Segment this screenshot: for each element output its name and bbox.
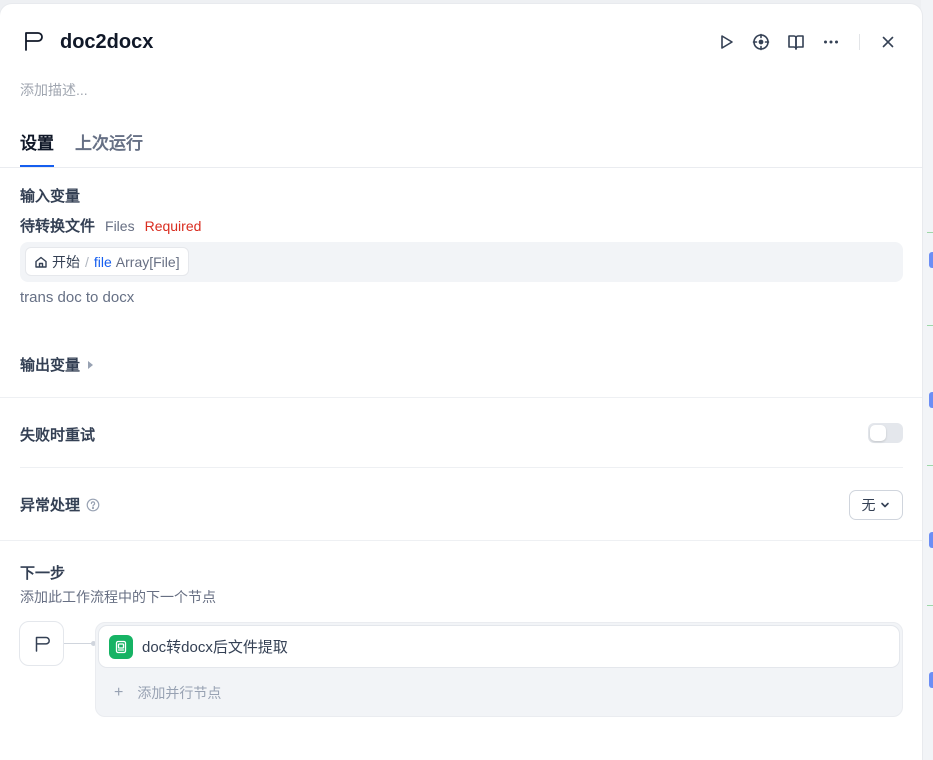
- canvas-node-handle: [929, 252, 933, 268]
- output-variables-title: 输出变量: [20, 357, 81, 374]
- retry-toggle[interactable]: [868, 423, 903, 443]
- home-icon: [35, 256, 47, 268]
- more-icon: [824, 40, 838, 44]
- section-divider: [0, 397, 922, 398]
- locate-icon: [752, 33, 770, 51]
- flag-icon: [35, 636, 50, 652]
- current-node-icon-box: [19, 621, 64, 666]
- input-field-header: 待转换文件 Files Required: [20, 215, 201, 236]
- panel-header: doc2docx: [20, 28, 902, 56]
- caret-right-icon: [88, 360, 94, 369]
- error-handling-label: 异常处理: [20, 497, 81, 514]
- required-badge: Required: [144, 218, 202, 234]
- description-input[interactable]: 添加描述...: [20, 80, 88, 100]
- tab-settings[interactable]: 设置: [20, 132, 54, 156]
- run-node-button[interactable]: [712, 28, 740, 56]
- input-variables-title: 输入变量: [20, 188, 81, 205]
- chevron-down-icon: [880, 502, 889, 508]
- error-handling-select[interactable]: 无: [849, 490, 903, 520]
- more-options-button[interactable]: [817, 28, 845, 56]
- header-divider: [859, 34, 860, 50]
- plus-icon: +: [114, 684, 124, 701]
- retry-label: 失败时重试: [20, 427, 96, 444]
- toggle-knob: [870, 425, 886, 441]
- field-name: 待转换文件: [20, 218, 96, 235]
- chip-separator: /: [85, 253, 89, 270]
- canvas-node-handle: [929, 672, 933, 688]
- node-title[interactable]: doc2docx: [60, 28, 153, 56]
- locate-node-button[interactable]: [747, 28, 775, 56]
- active-tab-indicator: [20, 165, 54, 167]
- help-icon[interactable]: [86, 498, 100, 512]
- section-divider: [20, 467, 903, 468]
- tab-last-run[interactable]: 上次运行: [75, 132, 143, 156]
- next-step-subtitle: 添加此工作流程中的下一个节点: [20, 589, 216, 605]
- next-nodes-group: doc转docx后文件提取 + 添加并行节点: [95, 622, 903, 717]
- add-parallel-label: 添加并行节点: [137, 685, 222, 701]
- node-config-panel: doc2docx 添加描述... 设置 上次运行 输入变量 待转换文件 File…: [0, 4, 922, 760]
- node-type-badge: [109, 634, 133, 659]
- output-variables-toggle[interactable]: 输出变量: [20, 354, 94, 375]
- section-divider: [0, 540, 922, 541]
- canvas-edge-mark: [927, 232, 933, 233]
- flag-icon: [25, 32, 43, 51]
- select-value: 无: [861, 497, 876, 513]
- error-handling-row: 异常处理: [20, 494, 100, 515]
- next-node-item[interactable]: doc转docx后文件提取: [98, 625, 900, 668]
- chip-source-node: 开始: [52, 253, 80, 270]
- canvas-node-handle: [929, 532, 933, 548]
- field-hint: trans doc to docx: [20, 289, 135, 306]
- variable-chip[interactable]: 开始 / file Array[File]: [25, 247, 189, 276]
- book-icon: [788, 35, 804, 50]
- canvas-edge-mark: [927, 465, 933, 466]
- chip-variable-name: file: [93, 253, 112, 270]
- close-icon: [882, 36, 894, 48]
- chip-variable-type: Array[File]: [115, 253, 180, 270]
- canvas-edge-mark: [927, 325, 933, 326]
- variable-selector[interactable]: 开始 / file Array[File]: [20, 242, 903, 282]
- next-step-title: 下一步: [20, 565, 66, 582]
- close-panel-button[interactable]: [874, 28, 902, 56]
- field-type: Files: [105, 218, 135, 234]
- play-icon: [721, 35, 733, 49]
- add-parallel-node-button[interactable]: + 添加并行节点: [96, 671, 902, 715]
- workflow-canvas-edge: [921, 0, 933, 760]
- panel-tabs: 设置 上次运行: [0, 124, 922, 168]
- next-node-label: doc转docx后文件提取: [142, 639, 288, 656]
- help-docs-button[interactable]: [782, 28, 810, 56]
- canvas-edge-mark: [927, 605, 933, 606]
- header-actions: [705, 28, 902, 56]
- canvas-node-handle: [929, 392, 933, 408]
- document-extract-icon: [115, 640, 127, 653]
